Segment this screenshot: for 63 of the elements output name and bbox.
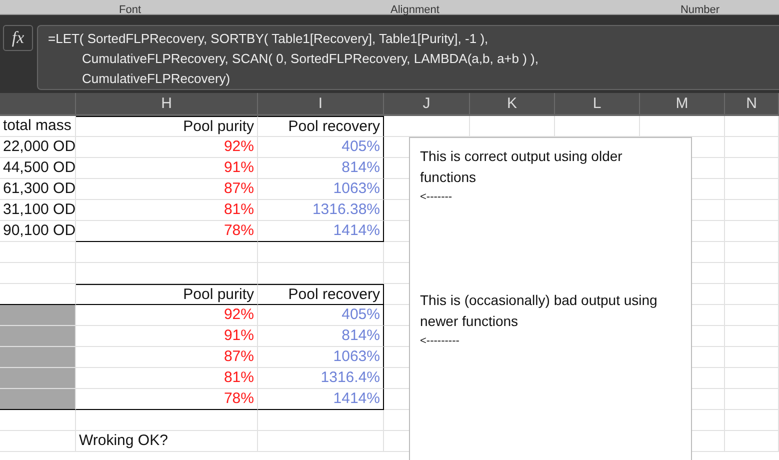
table-cell: 91%	[76, 158, 258, 179]
empty-cell	[725, 242, 779, 263]
table-cell: 1316.38%	[258, 200, 384, 221]
column-header: Pool purity	[76, 116, 258, 137]
empty-cell	[725, 305, 779, 326]
column-letter[interactable]: N	[725, 93, 779, 114]
table-cell: 44,500 OD	[0, 158, 76, 179]
table-cell: 1063%	[258, 347, 384, 368]
empty-cell	[725, 200, 779, 221]
table-cell: 78%	[76, 389, 258, 410]
ribbon-group-label: Number	[680, 4, 720, 17]
table-cell: 78%	[76, 221, 258, 242]
table-cell: 87%	[76, 347, 258, 368]
empty-cell	[725, 368, 779, 389]
column-letter[interactable]: L	[555, 93, 640, 114]
empty-cell	[725, 137, 779, 158]
table-cell: 814%	[258, 158, 384, 179]
column-letter[interactable]: M	[640, 93, 725, 114]
table-cell: 61,300 OD	[0, 179, 76, 200]
table-cell: 81%	[76, 200, 258, 221]
insert-function-button[interactable]: fx	[3, 25, 33, 51]
table-cell: 90,100 OD	[0, 221, 76, 242]
arrow-text: <-------	[420, 190, 454, 205]
table-cell: 1063%	[258, 179, 384, 200]
ribbon-group-label: Font	[118, 4, 141, 17]
column-letter[interactable]: J	[384, 93, 470, 114]
column-letter[interactable]: H	[76, 93, 258, 114]
column-header: Pool purity	[76, 284, 258, 305]
table-cell: 1414%	[258, 389, 384, 410]
table-cell: 814%	[258, 326, 384, 347]
cell-text: Wroking OK?	[76, 431, 258, 452]
table-cell: 405%	[258, 305, 384, 326]
table-cell: 22,000 OD	[0, 137, 76, 158]
empty-cell	[725, 263, 779, 284]
empty-cell	[725, 431, 779, 452]
empty-cell	[725, 116, 779, 137]
empty-cell	[725, 389, 779, 410]
empty-cell	[725, 326, 779, 347]
column-header: Pool recovery	[258, 116, 384, 137]
column-header: total mass	[0, 116, 76, 137]
table-cell: 92%	[76, 137, 258, 158]
empty-cell	[725, 158, 779, 179]
empty-cell	[725, 179, 779, 200]
column-header: Pool recovery	[258, 284, 384, 305]
table-cell: 81%	[76, 368, 258, 389]
column-letter[interactable]: I	[258, 93, 384, 114]
table-cell: 1414%	[258, 221, 384, 242]
table-cell: 92%	[76, 305, 258, 326]
empty-cell	[725, 410, 779, 431]
empty-cell	[725, 347, 779, 368]
table-cell: 405%	[258, 137, 384, 158]
note-text: This is (occasionally) bad output using newer functions	[420, 291, 658, 331]
ribbon-group-label: Alignment	[390, 4, 440, 17]
empty-cell	[725, 284, 779, 305]
arrow-text: <---------	[420, 334, 460, 349]
column-letter[interactable]: K	[470, 93, 555, 114]
table-cell: 31,100 OD	[0, 200, 76, 221]
note-text: This is correct output using older functions	[420, 147, 624, 187]
table-cell: 1316.4%	[258, 368, 384, 389]
formula-field[interactable]: =LET( SortedFLPRecovery, SORTBY( Table1[Recovery], Table1[Purity], -1 ), CumulativeFLPRecovery, SCAN( 0, SortedFLPRecovery, LAMBDA(a,b, a+b ) ), CumulativeFLPRecovery)	[37, 25, 779, 90]
table-cell: 87%	[76, 179, 258, 200]
table-cell: 91%	[76, 326, 258, 347]
empty-cell	[725, 221, 779, 242]
